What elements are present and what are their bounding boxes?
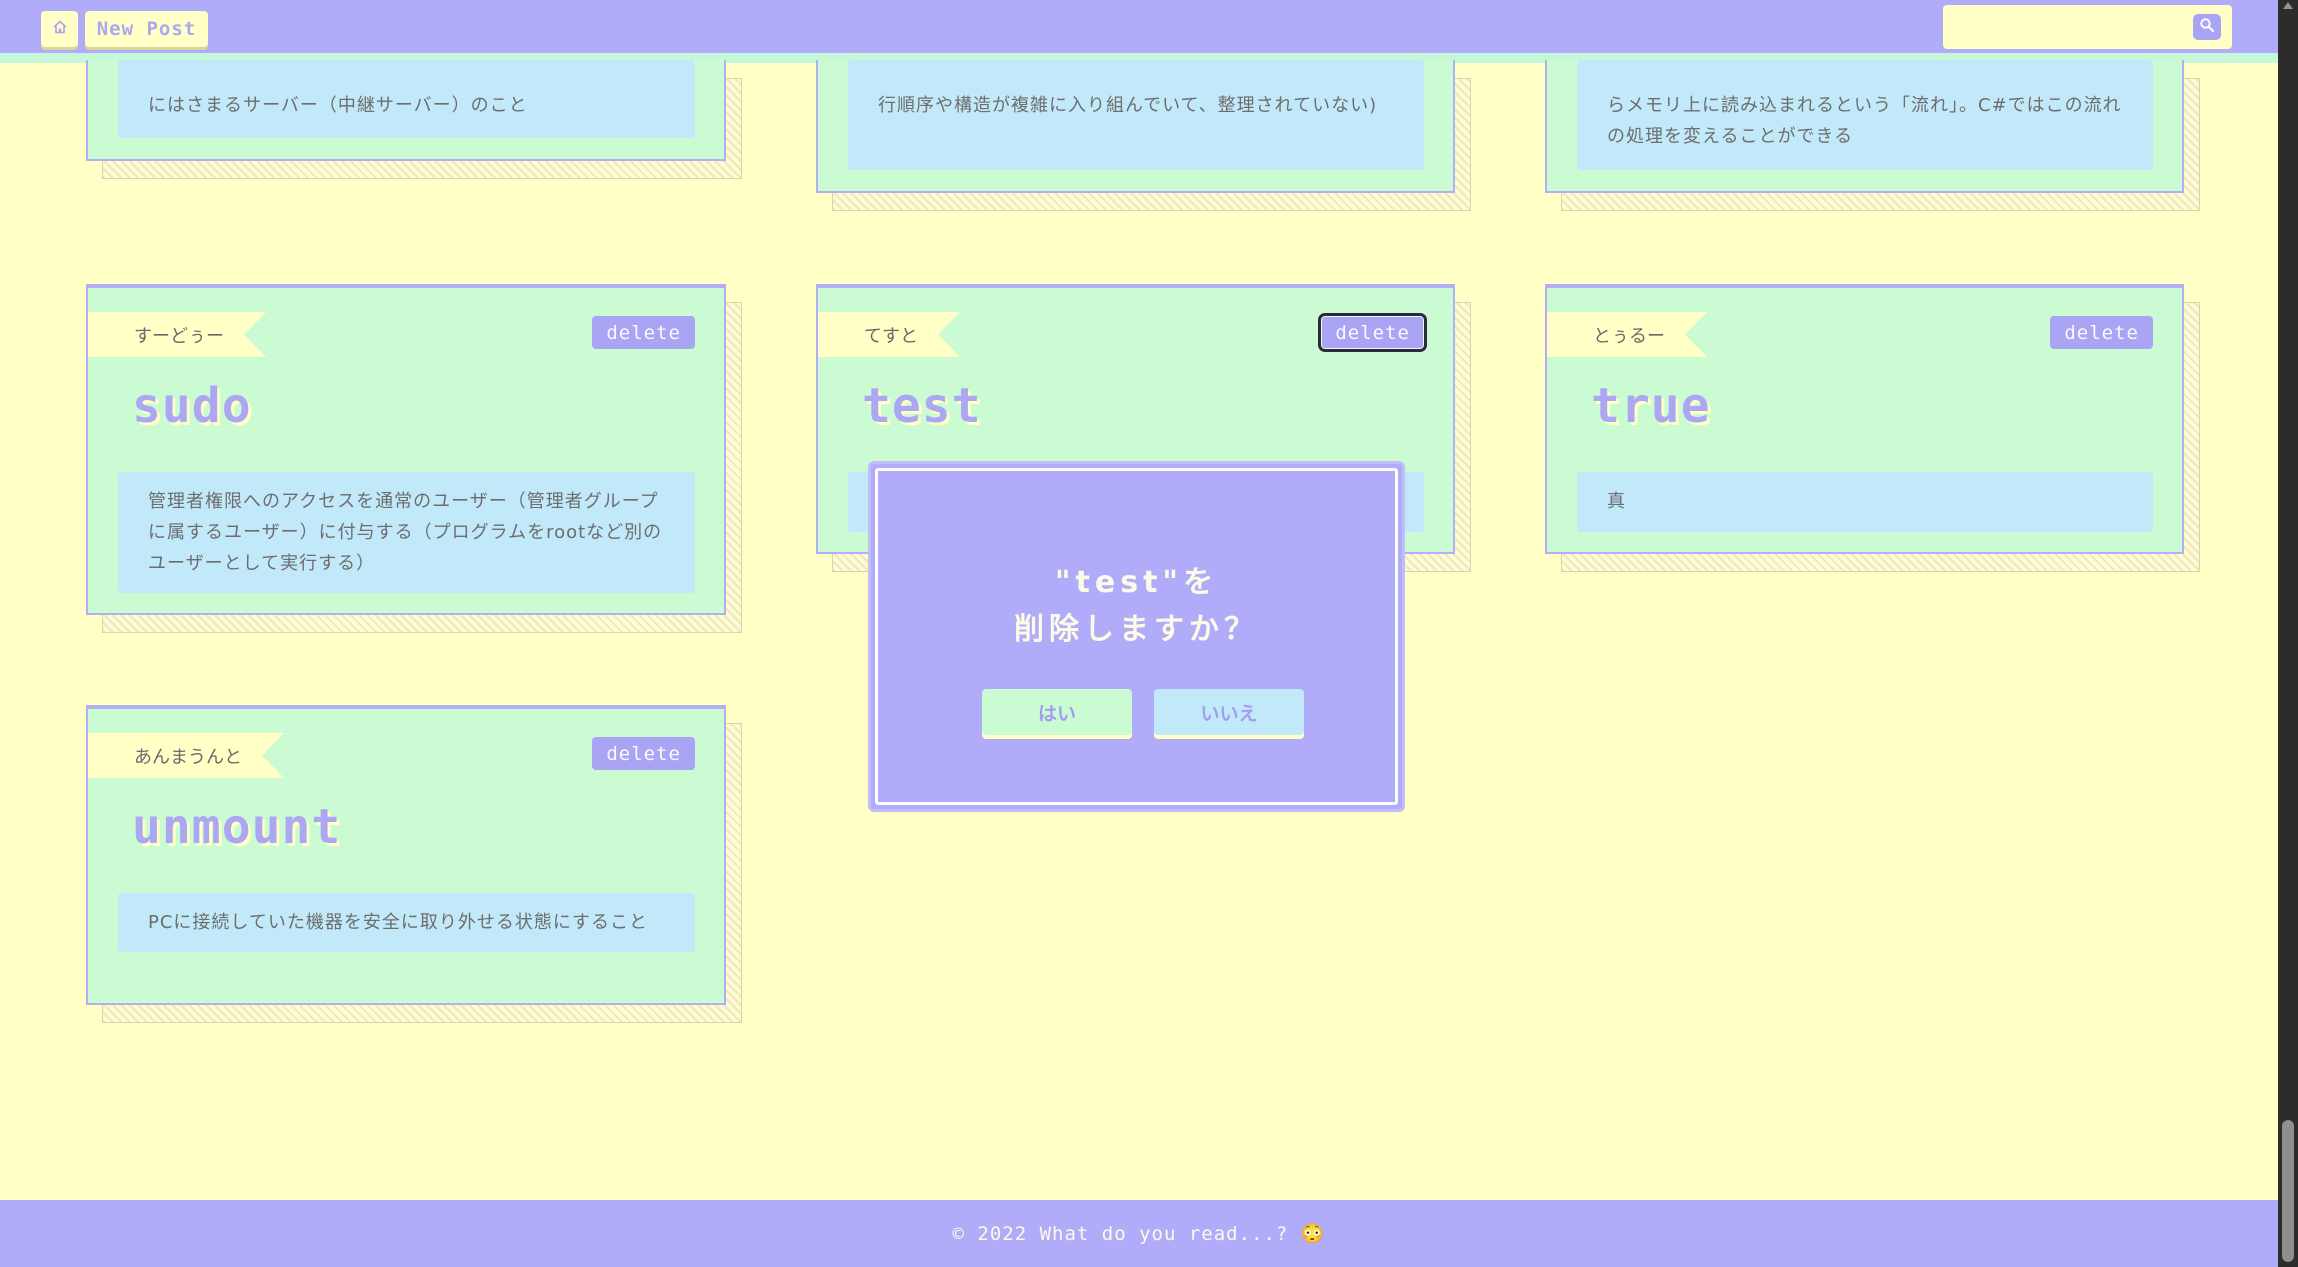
card-true: とぅるー delete true 真 [1545,284,2200,572]
dialog-message-line-1: "test"を [1054,565,1219,600]
search-button[interactable] [2193,14,2221,40]
footer-text: © 2022 What do you read...? 😳 [952,1223,1326,1245]
delete-confirm-dialog: "test"を 削除しますか？ はい いいえ [868,461,1405,812]
scroll-up-arrow-icon[interactable] [2283,2,2293,9]
site-header: New Post [0,0,2278,63]
card-title[interactable]: unmount [132,799,341,855]
card-description: 行順序や構造が複雑に入り組んでいて、整理されていない) [848,60,1424,170]
card-title[interactable]: true [1591,378,1711,434]
scroll-thumb[interactable] [2282,1120,2294,1262]
page-scrollbar[interactable] [2278,0,2298,1267]
card-partial-1: にはさまるサーバー（中継サーバー）のこと [86,60,742,179]
delete-button[interactable]: delete [592,316,695,349]
card-description: 真 [1577,472,2153,532]
search-icon [2199,17,2215,37]
home-button[interactable] [41,11,78,47]
confirm-yes-button[interactable]: はい [982,689,1132,735]
card-title[interactable]: test [862,378,982,434]
card-reading: とぅるー [1547,312,1707,357]
delete-button[interactable]: delete [1318,313,1427,352]
card-reading: てすと [818,312,960,357]
search-box [1943,5,2232,49]
card-reading: あんまうんと [88,733,284,778]
delete-button[interactable]: delete [592,737,695,770]
confirm-no-button[interactable]: いいえ [1154,689,1304,735]
card-title[interactable]: sudo [132,378,252,434]
card-description: 管理者権限へのアクセスを通常のユーザー（管理者グループに属するユーザー）に付与す… [118,472,695,593]
card-description: らメモリ上に読み込まれるという「流れ」。C#ではこの流れの処理を変えることができ… [1577,60,2153,170]
card-description: にはさまるサーバー（中継サーバー）のこと [118,60,695,138]
dialog-message: "test"を 削除しますか？ [878,559,1395,653]
card-sudo: すーどぅー delete sudo 管理者権限へのアクセスを通常のユーザー（管理… [86,284,742,633]
search-input[interactable] [1943,5,2193,49]
card-unmount: あんまうんと delete unmount PCに接続していた機器を安全に取り外… [86,705,742,1023]
card-partial-3: らメモリ上に読み込まれるという「流れ」。C#ではこの流れの処理を変えることができ… [1545,60,2200,211]
card-reading: すーどぅー [88,312,266,357]
card-partial-2: 行順序や構造が複雑に入り組んでいて、整理されていない) [816,60,1471,211]
card-description: PCに接続していた機器を安全に取り外せる状態にすること [118,893,695,952]
dialog-message-line-2: 削除しますか？ [1014,612,1259,647]
new-post-button[interactable]: New Post [85,11,208,47]
home-icon [52,19,68,39]
delete-button[interactable]: delete [2050,316,2153,349]
site-footer: © 2022 What do you read...? 😳 [0,1200,2278,1267]
